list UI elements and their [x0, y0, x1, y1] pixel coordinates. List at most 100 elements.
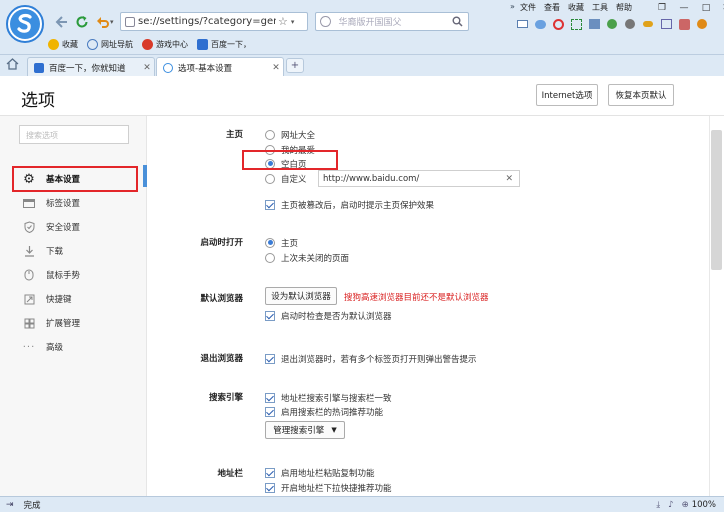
skin-icon[interactable]: ❐	[651, 1, 673, 14]
toolbar-icons	[513, 16, 711, 32]
tab-baidu[interactable]: 百度一下，你就知道 ✕	[27, 57, 155, 77]
chevron-down-icon: ▼	[331, 426, 337, 434]
settings-menu-icon[interactable]	[621, 16, 639, 32]
bookmark-baidu[interactable]: 百度一下，	[197, 38, 251, 50]
key-icon[interactable]	[639, 16, 657, 32]
maximize-icon[interactable]: □	[695, 1, 717, 14]
dropdown-suggest-checkbox[interactable]: 开启地址栏下拉快捷推荐功能	[265, 481, 392, 494]
checkbox[interactable]	[265, 467, 275, 478]
zoom-level[interactable]: 100%	[692, 500, 716, 510]
checkbox[interactable]	[265, 392, 275, 403]
clear-input-icon[interactable]: ✕	[505, 174, 513, 184]
user-icon[interactable]	[693, 16, 711, 32]
tools-icon[interactable]	[675, 16, 693, 32]
home-icon[interactable]	[6, 58, 19, 70]
search-box[interactable]: 华裔版开国国父	[315, 12, 469, 31]
sidebar-item-mouse-gesture[interactable]: 鼠标手势	[14, 264, 147, 286]
restore-defaults-button[interactable]: 恢复本页默认	[608, 84, 674, 106]
address-dropdown-icon[interactable]: ▾	[291, 18, 295, 26]
checkbox[interactable]	[265, 482, 275, 493]
search-sync-checkbox[interactable]: 地址栏搜索引擎与搜索栏一致	[265, 391, 392, 404]
menu-tools[interactable]: 工具	[592, 2, 608, 14]
cloud-sync-icon[interactable]	[531, 16, 549, 32]
homepage-protect-checkbox[interactable]: 主页被篡改后，启动时提示主页保护效果	[265, 198, 434, 211]
sidebar-item-tabs[interactable]: 标签设置	[14, 192, 147, 214]
radio-button[interactable]	[265, 129, 275, 140]
baidu-paw-icon	[197, 38, 208, 50]
menu-view[interactable]: 查看	[544, 2, 560, 14]
close-window-icon[interactable]: ✕	[717, 1, 724, 14]
sidebar-item-shortcuts[interactable]: 快捷键	[14, 288, 147, 310]
more-icon: ···	[22, 341, 36, 353]
sidebar-search-input[interactable]: 搜索选项	[19, 125, 129, 144]
close-tab-icon[interactable]: ✕	[140, 63, 154, 73]
checkbox[interactable]	[265, 353, 275, 364]
checkbox[interactable]	[265, 406, 275, 417]
custom-homepage-input[interactable]: http://www.baidu.com/ ✕	[318, 170, 520, 187]
startup-option-home[interactable]: 主页	[265, 236, 298, 249]
settings-favicon-icon	[163, 62, 173, 73]
radio-button-selected[interactable]	[265, 237, 275, 248]
bookmark-bar: 收藏 网址导航 游戏中心 百度一下，	[48, 36, 260, 52]
close-tab-icon[interactable]: ✕	[269, 63, 283, 73]
double-chevron-icon[interactable]: »	[510, 2, 515, 11]
set-default-browser-button[interactable]: 设为默认浏览器	[265, 287, 337, 305]
shield-check-icon	[22, 220, 36, 234]
translate-icon[interactable]	[657, 16, 675, 32]
highlight-box-basic	[12, 166, 138, 192]
sidebar-item-download[interactable]: 下载	[14, 240, 147, 262]
sound-icon[interactable]: ♪	[668, 500, 673, 510]
paste-copy-checkbox[interactable]: 启用地址栏粘贴复制功能	[265, 466, 375, 479]
check-default-checkbox[interactable]: 启动时检查是否为默认浏览器	[265, 309, 392, 322]
menu-favorites[interactable]: 收藏	[568, 2, 584, 14]
sidebar-toggle-icon[interactable]: ⇥	[6, 500, 14, 510]
new-tab-button[interactable]: +	[286, 58, 304, 73]
bookmark-web-nav[interactable]: 网址导航	[87, 38, 133, 50]
bookmark-favorites[interactable]: 收藏	[48, 38, 78, 50]
address-bar[interactable]: se://settings/?category=gener ☆ ▾	[120, 12, 308, 31]
mail-icon[interactable]	[513, 16, 531, 32]
search-icon[interactable]	[452, 16, 463, 27]
speed-icon[interactable]	[603, 16, 621, 32]
search-engine-section-label: 搜索引擎	[208, 393, 243, 403]
homepage-option-custom[interactable]: 自定义	[265, 172, 307, 185]
tab-bar: 百度一下，你就知道 ✕ 选项-基本设置 ✕ +	[0, 54, 724, 77]
screenshot-icon[interactable]	[567, 16, 585, 32]
favorite-star-icon[interactable]: ☆	[278, 15, 288, 28]
zoom-icon[interactable]: ⊕	[682, 500, 689, 510]
sidebar-item-extensions[interactable]: 扩展管理	[14, 312, 147, 334]
startup-option-last[interactable]: 上次未关闭的页面	[265, 251, 349, 264]
default-browser-section-label: 默认浏览器	[200, 294, 243, 304]
manage-search-engines-dropdown[interactable]: 管理搜索引擎 ▼	[265, 421, 345, 439]
checkbox[interactable]	[265, 310, 275, 321]
minimize-icon[interactable]: —	[673, 1, 695, 14]
download-status-icon[interactable]: ⤓	[656, 500, 660, 510]
sidebar-item-security[interactable]: 安全设置	[14, 216, 147, 238]
page-icon	[125, 16, 135, 27]
radio-button[interactable]	[265, 252, 275, 263]
bookmark-game-center[interactable]: 游戏中心	[142, 38, 188, 50]
search-engine-icon[interactable]	[320, 16, 331, 27]
reading-mode-icon[interactable]	[585, 16, 603, 32]
undo-dropdown-icon[interactable]: ▾	[110, 18, 114, 26]
search-placeholder[interactable]: 华裔版开国国父	[339, 15, 452, 28]
download-icon	[22, 244, 36, 258]
window-controls: ❐ — □ ✕	[651, 1, 724, 14]
radio-button[interactable]	[265, 173, 275, 184]
address-text[interactable]: se://settings/?category=gener	[138, 16, 276, 27]
extensions-icon	[22, 316, 36, 330]
checkbox[interactable]	[265, 199, 275, 210]
scrollbar-thumb[interactable]	[711, 130, 722, 270]
exit-warning-checkbox[interactable]: 退出浏览器时，若有多个标签页打开则弹出警告提示	[265, 352, 477, 365]
internet-options-button[interactable]: Internet选项	[536, 84, 598, 106]
menu-help[interactable]: 帮助	[616, 2, 632, 14]
homepage-option-nav[interactable]: 网址大全	[265, 128, 315, 141]
block-ads-icon[interactable]	[549, 16, 567, 32]
tab-settings[interactable]: 选项-基本设置 ✕	[156, 57, 284, 77]
menu-file[interactable]: 文件	[520, 2, 536, 14]
refresh-icon[interactable]	[72, 12, 92, 32]
hot-words-checkbox[interactable]: 启用搜索栏的热词推荐功能	[265, 405, 383, 418]
sogou-logo-icon[interactable]	[5, 4, 45, 44]
sidebar-item-advanced[interactable]: ··· 高级	[14, 336, 147, 358]
back-icon[interactable]	[52, 12, 72, 32]
